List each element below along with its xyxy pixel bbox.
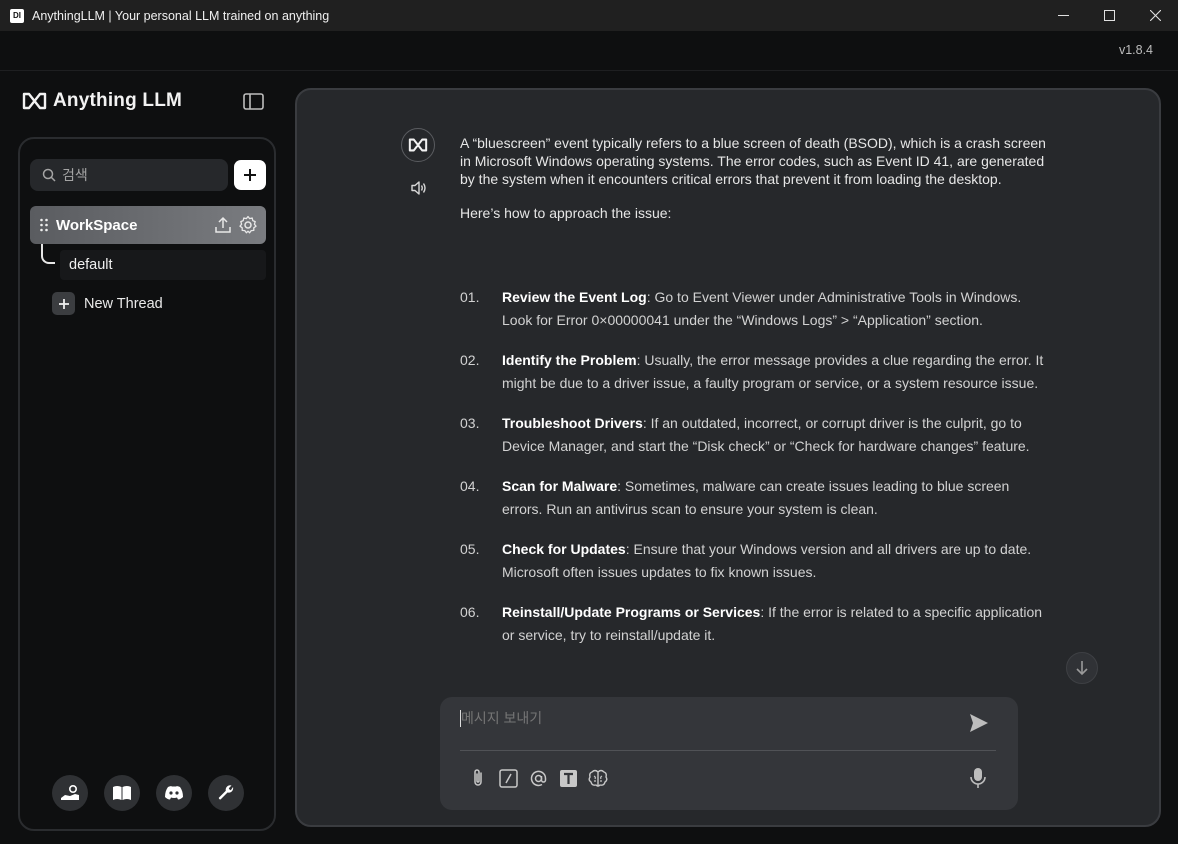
step-text: Identify the Problem: Usually, the error…	[502, 349, 1050, 395]
thread-label: default	[69, 257, 113, 273]
step-title: Reinstall/Update Programs or Services	[502, 604, 761, 620]
speaker-icon[interactable]	[410, 180, 428, 196]
at-mention-icon[interactable]	[528, 768, 548, 788]
step-number: 05.	[460, 541, 480, 557]
brand-name: Anything LLM	[53, 90, 183, 111]
maximize-icon[interactable]	[1086, 0, 1132, 31]
thread-connector	[41, 244, 55, 264]
window-titlebar: DI AnythingLLM | Your personal LLM train…	[0, 0, 1178, 31]
microphone-icon[interactable]	[968, 767, 988, 789]
gear-icon[interactable]	[238, 215, 258, 235]
plus-icon	[244, 169, 256, 181]
list-item: 06. Reinstall/Update Programs or Service…	[460, 601, 1050, 647]
step-number: 03.	[460, 415, 480, 431]
steps-list: 01. Review the Event Log: Go to Event Vi…	[460, 286, 1050, 664]
version-label: v1.8.4	[1118, 43, 1153, 57]
search-icon	[42, 168, 56, 182]
settings-button[interactable]	[208, 775, 244, 811]
add-workspace-button[interactable]	[234, 160, 266, 190]
window-controls	[1040, 0, 1178, 31]
workspace-item[interactable]: WorkSpace	[30, 206, 266, 244]
step-title: Review the Event Log	[502, 289, 647, 305]
assistant-message: A “bluescreen” event typically refers to…	[460, 134, 1060, 238]
new-thread-button[interactable]: New Thread	[52, 292, 163, 315]
step-text: Check for Updates: Ensure that your Wind…	[502, 538, 1050, 584]
window-title: AnythingLLM | Your personal LLM trained …	[32, 8, 330, 23]
drag-handle-icon[interactable]	[39, 218, 49, 232]
settings-wrench-icon	[218, 785, 234, 800]
step-number: 06.	[460, 604, 480, 620]
sidebar-toggle-icon[interactable]	[243, 93, 264, 110]
step-text: Scan for Malware: Sometimes, malware can…	[502, 475, 1050, 521]
step-text: Troubleshoot Drivers: If an outdated, in…	[502, 412, 1050, 458]
search-input[interactable]: 검색	[30, 159, 228, 191]
message-composer	[440, 697, 1018, 810]
composer-divider	[460, 750, 996, 751]
message-input[interactable]	[461, 710, 961, 726]
send-icon[interactable]	[968, 712, 990, 734]
agent-brain-icon[interactable]	[588, 768, 608, 788]
step-title: Check for Updates	[502, 541, 626, 557]
docs-button[interactable]	[104, 775, 140, 811]
plus-icon	[52, 292, 75, 315]
message-approach: Here’s how to approach the issue:	[460, 205, 672, 221]
step-text: Reinstall/Update Programs or Services: I…	[502, 601, 1050, 647]
community-hub-button[interactable]	[52, 775, 88, 811]
list-item: 01. Review the Event Log: Go to Event Vi…	[460, 286, 1050, 332]
top-strip: v1.8.4	[0, 31, 1178, 71]
text-size-icon[interactable]	[558, 768, 578, 788]
step-text: Review the Event Log: Go to Event Viewer…	[502, 286, 1050, 332]
step-title: Troubleshoot Drivers	[502, 415, 643, 431]
list-item: 05. Check for Updates: Ensure that your …	[460, 538, 1050, 584]
slash-command-icon[interactable]	[498, 768, 518, 788]
app-logo-icon: DI	[10, 8, 24, 23]
arrow-down-icon	[1076, 661, 1088, 676]
search-placeholder: 검색	[62, 167, 88, 183]
close-icon[interactable]	[1132, 0, 1178, 31]
anythingllm-logo-icon	[408, 138, 428, 152]
step-number: 01.	[460, 289, 480, 305]
message-intro: A “bluescreen” event typically refers to…	[460, 135, 1046, 187]
brand: Anything LLM	[22, 90, 182, 112]
composer-tools	[468, 768, 608, 788]
docs-book-icon	[113, 786, 131, 800]
new-thread-label: New Thread	[84, 295, 163, 312]
sidebar: 검색 WorkSpace default New Thread	[18, 137, 276, 831]
discord-icon	[165, 786, 183, 800]
step-title: Identify the Problem	[502, 352, 637, 368]
step-number: 04.	[460, 478, 480, 494]
discord-button[interactable]	[156, 775, 192, 811]
list-item: 04. Scan for Malware: Sometimes, malware…	[460, 475, 1050, 521]
anythingllm-logo-icon	[22, 92, 47, 110]
list-item: 02. Identify the Problem: Usually, the e…	[460, 349, 1050, 395]
step-title: Scan for Malware	[502, 478, 618, 494]
step-number: 02.	[460, 352, 480, 368]
paperclip-icon[interactable]	[468, 768, 488, 788]
thread-item-default[interactable]: default	[60, 250, 266, 280]
chat-panel: A “bluescreen” event typically refers to…	[295, 88, 1161, 827]
upload-icon[interactable]	[214, 216, 232, 234]
assistant-avatar	[401, 128, 435, 162]
scroll-to-bottom-button[interactable]	[1066, 652, 1098, 684]
sidebar-footer	[52, 775, 244, 811]
community-hub-icon	[61, 784, 79, 800]
list-item: 03. Troubleshoot Drivers: If an outdated…	[460, 412, 1050, 458]
minimize-icon[interactable]	[1040, 0, 1086, 31]
workspace-name: WorkSpace	[56, 216, 138, 234]
